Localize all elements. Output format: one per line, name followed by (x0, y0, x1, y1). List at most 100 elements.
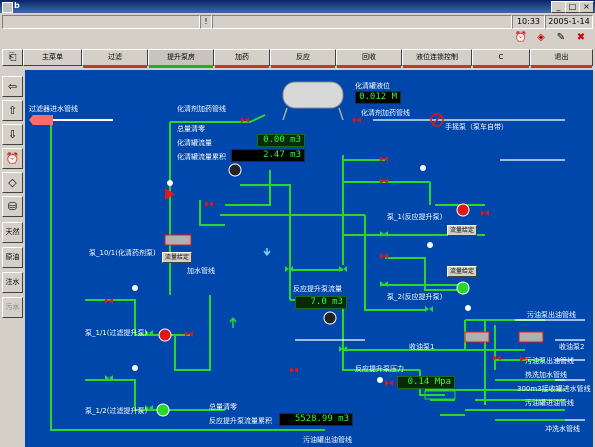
tank-flow-total-readout: 2.47 m3 (231, 149, 305, 162)
valve-icon (205, 201, 213, 207)
valve-icon (380, 156, 388, 162)
close-button[interactable]: × (579, 1, 594, 13)
label-recover-pump: 收油泵1 (409, 343, 435, 351)
label-rx-pump-flow: 反应提升泵流量 (293, 285, 342, 293)
chem-tank (282, 81, 344, 121)
inlet-arrow-icon (29, 115, 53, 125)
valve-icon (290, 367, 298, 373)
pump-icon (158, 328, 172, 342)
label-additive-line-2: 化清剂加药管线 (361, 109, 410, 117)
edit-icon[interactable]: ✎ (554, 32, 568, 44)
gauge-icon (420, 165, 426, 171)
status-alert: ! (200, 15, 212, 29)
valve-icon (380, 281, 388, 287)
pump-icon (456, 203, 470, 217)
warning-icon[interactable]: ◈ (534, 32, 548, 44)
label-bottom-line: 污油罐出油管线 (303, 436, 352, 444)
menu-reaction[interactable]: 反应 (270, 49, 336, 68)
window-title: b (14, 1, 20, 10)
alarm-clock-icon[interactable]: ⏰ (514, 32, 528, 44)
recovery-coil-icon (518, 331, 544, 343)
tank-icon[interactable]: ⛁ (2, 196, 23, 217)
dosing-coil-icon (164, 234, 192, 246)
menu-lift-pump[interactable]: 提升泵房 (148, 49, 214, 68)
gauge-icon (132, 285, 138, 291)
valve-icon (380, 178, 388, 184)
sewage-button[interactable]: 污水 (2, 297, 23, 318)
gauge-icon (465, 305, 471, 311)
label-recover-pump-2: 收油泵2 (559, 343, 585, 351)
menu-c[interactable]: C (472, 49, 530, 68)
valve-icon (339, 266, 347, 272)
water-injection-button[interactable]: 注水 (2, 272, 23, 293)
label-rx-pump-flow-total: 反应提升泵流量累积 (209, 417, 272, 425)
tank-level-readout: 0.012 M (355, 91, 401, 104)
process-diagram: 过滤器进水管线 化清剂加药管线 化清罐液位 0.012 M 化清剂加药管线 手摇… (25, 70, 593, 447)
valve-icon (385, 380, 393, 386)
warning-diamond-icon[interactable]: ◇ (2, 172, 23, 193)
flow-meter-icon (323, 311, 337, 325)
arrow-up-icon[interactable]: ⇧ (2, 100, 23, 121)
flow-meter-icon (228, 163, 242, 177)
valve-icon (425, 306, 433, 312)
gauge-icon (132, 365, 138, 371)
gauge-icon (377, 377, 383, 383)
tank-flow-readout: 0.00 m3 (257, 134, 305, 147)
status-field-right (212, 15, 512, 29)
maximize-button[interactable]: □ (565, 1, 580, 13)
clock-icon[interactable]: ⏰ (2, 148, 23, 169)
label-dirty-oil-out-2: 污油泵出油管线 (525, 357, 574, 365)
flow-set-button-3[interactable]: 流量给定 (447, 266, 478, 277)
natural-button[interactable]: 天然 (2, 222, 23, 243)
label-flush-water: 冲洗水管线 (545, 425, 580, 433)
arrow-down-icon[interactable]: ⇩ (2, 124, 23, 145)
recovery-coil-icon (464, 331, 490, 343)
gauge-icon (427, 242, 433, 248)
pump-icon (156, 403, 170, 417)
label-dirty-in: 污油罐进油管线 (525, 399, 574, 407)
status-date: 2005-1-14 (545, 15, 593, 29)
flow-set-button-2[interactable]: 流量给定 (447, 225, 478, 236)
label-add-water: 加水管线 (187, 267, 215, 275)
menu-level-interlock[interactable]: 液位连锁控制 (402, 49, 472, 68)
pump-icon (456, 281, 470, 295)
minimize-button[interactable]: _ (551, 1, 566, 13)
status-time: 10:33 (512, 15, 545, 29)
back-menu-button[interactable]: ⎗ (2, 49, 23, 66)
app-icon (2, 2, 13, 13)
menu-filter[interactable]: 过滤 (82, 49, 148, 68)
label-dirty-oil-out: 污油泵出油管线 (527, 311, 576, 319)
valve-icon (105, 298, 113, 304)
gauge-icon (167, 180, 173, 186)
valve-icon (185, 331, 193, 337)
rx-pump-pressure-readout: 0.14 Mpa (397, 376, 455, 389)
crude-oil-button[interactable]: 原油 (2, 247, 23, 268)
label-tank-flow-total: 化清罐流量累积 (177, 153, 226, 161)
label-additive-line: 化清剂加药管线 (177, 105, 226, 113)
menu-dosing[interactable]: 加药 (214, 49, 270, 68)
label-pump-2-rx: 泵_2(反应提升泵) (387, 293, 443, 301)
label-tank-300: 300m3接收罐进水管线 (517, 385, 591, 393)
label-pump-1-rx: 泵_1(反应提升泵) (387, 213, 443, 221)
label-tank-flow: 化清罐流量 (177, 139, 212, 147)
exit-icon[interactable]: ✖ (574, 32, 588, 44)
valve-icon (380, 231, 388, 237)
valve-icon (353, 117, 361, 123)
label-pump-11: 泵_1/1(过滤提升泵) (85, 329, 148, 337)
title-bar: b _ □ × (0, 0, 595, 13)
label-tank-level: 化清罐液位 (355, 82, 390, 90)
valve-icon (481, 210, 489, 216)
rx-pump-flow-total-readout: 5528.99 m3 (279, 413, 353, 426)
menu-exit[interactable]: 退出 (530, 49, 593, 68)
menu-recovery[interactable]: 回收 (336, 49, 402, 68)
label-hand-pump: 手摇泵（泵车自带） (445, 123, 508, 131)
label-total-clear-2: 总量清零 (209, 403, 237, 411)
status-field-left (2, 15, 200, 29)
label-hot-wash: 热洗加水管线 (525, 371, 567, 379)
flow-set-button-1[interactable]: 流量给定 (162, 252, 193, 263)
label-pump-12: 泵_1/2(过滤提升泵) (85, 407, 148, 415)
menu-main[interactable]: 主菜单 (23, 49, 82, 66)
label-rx-pump-pressure: 反应提升泵压力 (355, 365, 404, 373)
label-filter-inlet: 过滤器进水管线 (29, 105, 78, 113)
arrow-left-icon[interactable]: ⇦ (2, 76, 23, 97)
